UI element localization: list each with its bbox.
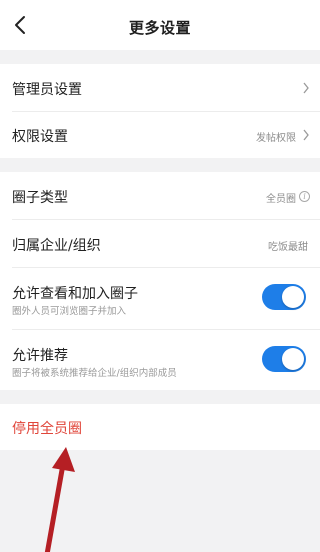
page-title: 更多设置 — [128, 19, 191, 37]
circle-type-label: 圈子类型 — [12, 190, 68, 206]
allow-recommend-toggle[interactable] — [262, 346, 306, 372]
toggle-knob — [282, 348, 304, 370]
allow-recommend-desc: 圈子将被系统推荐给企业/组织内部成员 — [12, 368, 177, 379]
permission-value: 发帖权限 — [256, 133, 296, 144]
circle-type-row: 圈子类型 全员圈 i — [0, 172, 320, 219]
admin-section: 管理员设置 权限设置 发帖权限 — [0, 64, 320, 158]
affiliation-label: 归属企业/组织 — [12, 238, 101, 254]
affiliation-value: 吃饭最甜 — [268, 242, 308, 253]
circle-section: 圈子类型 全员圈 i 归属企业/组织 吃饭最甜 允许查看和加入圈子 圈外人员可浏… — [0, 172, 320, 390]
allow-recommend-row: 允许推荐 圈子将被系统推荐给企业/组织内部成员 — [0, 329, 320, 390]
allow-view-join-toggle[interactable] — [262, 284, 306, 310]
circle-type-value: 全员圈 — [266, 194, 296, 205]
chevron-right-icon — [303, 82, 309, 94]
permission-settings-row[interactable]: 权限设置 发帖权限 — [0, 111, 320, 158]
toggle-knob — [282, 286, 304, 308]
allow-view-join-label: 允许查看和加入圈子 — [12, 286, 138, 302]
permission-settings-label: 权限设置 — [12, 129, 68, 145]
top-bar: 更多设置 — [0, 0, 320, 50]
disable-circle-label: 停用全员圈 — [12, 421, 82, 437]
admin-settings-label: 管理员设置 — [12, 82, 82, 98]
admin-settings-row[interactable]: 管理员设置 — [0, 64, 320, 111]
info-icon[interactable]: i — [299, 191, 310, 202]
affiliation-row: 归属企业/组织 吃饭最甜 — [0, 219, 320, 267]
disable-circle-row[interactable]: 停用全员圈 — [0, 404, 320, 450]
chevron-right-icon — [303, 129, 309, 141]
allow-view-join-desc: 圈外人员可浏览圈子并加入 — [12, 306, 127, 317]
allow-recommend-label: 允许推荐 — [12, 348, 68, 364]
allow-view-join-row: 允许查看和加入圈子 圈外人员可浏览圈子并加入 — [0, 267, 320, 329]
